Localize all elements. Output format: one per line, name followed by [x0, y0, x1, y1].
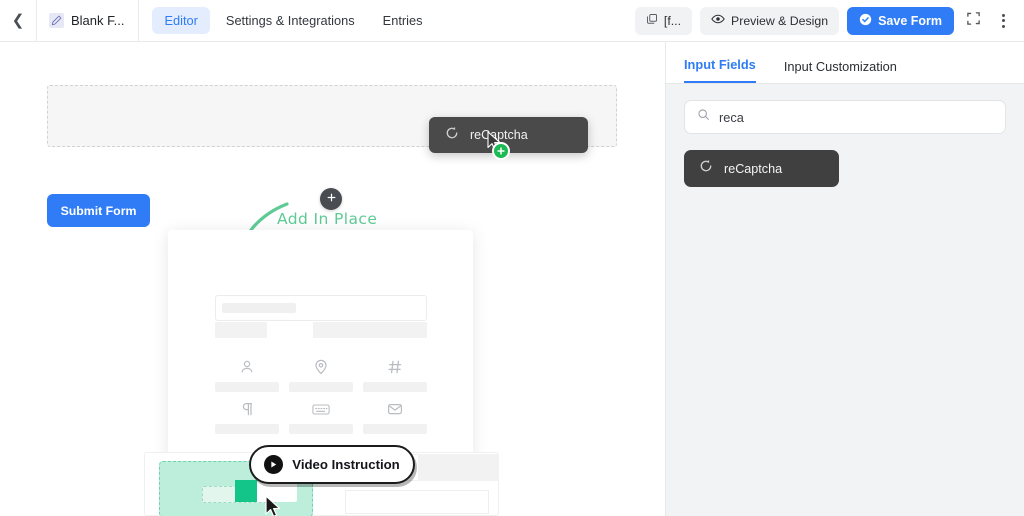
right-panel: Input Fields Input Customization reCaptc…: [665, 42, 1024, 516]
field-preview-content: [215, 295, 427, 434]
form-pen-icon: [49, 13, 64, 28]
tab-input-customization[interactable]: Input Customization: [784, 59, 897, 83]
form-name-label: Blank F...: [71, 13, 124, 28]
preview-field-short-text: [289, 398, 353, 434]
fullscreen-button[interactable]: [962, 9, 984, 33]
person-icon: [239, 356, 255, 378]
search-input[interactable]: [719, 110, 993, 125]
preview-field-address: [289, 356, 353, 392]
illustration-chip-swatch: [235, 480, 257, 502]
preview-field-name: [215, 356, 279, 392]
save-form-button[interactable]: Save Form: [847, 7, 954, 35]
more-options-button[interactable]: [992, 9, 1014, 33]
illustration-input-placeholder: [345, 490, 489, 514]
location-pin-icon: [313, 356, 329, 378]
copy-icon: [646, 13, 658, 28]
panel-search: [684, 100, 1006, 134]
video-instruction-button[interactable]: Video Instruction: [249, 445, 415, 484]
tab-input-fields[interactable]: Input Fields: [684, 57, 756, 83]
form-tab[interactable]: Blank F...: [37, 0, 139, 41]
kebab-menu-icon: [1002, 14, 1005, 28]
plus-circle-icon: [326, 190, 337, 208]
copy-form-label: [f...: [664, 14, 681, 28]
illustration-tab-b: [419, 454, 499, 481]
preview-field-paragraph: [215, 398, 279, 434]
tab-settings-integrations[interactable]: Settings & Integrations: [214, 7, 367, 34]
fullscreen-icon: [966, 11, 981, 31]
preview-field-number: [363, 356, 427, 392]
search-box[interactable]: [684, 100, 1006, 134]
preview-tabs-placeholder: [215, 322, 427, 338]
preview-design-label: Preview & Design: [731, 14, 828, 28]
preview-search-placeholder: [215, 295, 427, 321]
top-bar-actions: [f... Preview & Design Save Form: [635, 7, 1024, 35]
nav-tabs: Editor Settings & Integrations Entries: [139, 7, 434, 34]
search-icon: [697, 108, 710, 126]
add-in-place-annotation: Add In Place: [277, 210, 377, 228]
envelope-icon: [387, 398, 403, 420]
recaptcha-icon: [445, 126, 459, 145]
check-circle-icon: [859, 13, 872, 29]
recaptcha-icon: [699, 159, 713, 178]
preview-field-email: [363, 398, 427, 434]
form-builder-app: ❮ Blank F... Editor Settings & Integrati…: [0, 0, 1024, 516]
form-canvas: Submit Form Add In Place: [0, 42, 665, 516]
eye-icon: [711, 12, 725, 29]
plus-badge-icon: [492, 142, 510, 160]
short-text-icon: [312, 398, 330, 420]
dragging-recaptcha-chip[interactable]: reCaptcha: [429, 117, 588, 153]
video-instruction-label: Video Instruction: [292, 457, 399, 472]
tab-editor[interactable]: Editor: [152, 7, 209, 34]
field-result-recaptcha[interactable]: reCaptcha: [684, 150, 839, 187]
top-bar: ❮ Blank F... Editor Settings & Integrati…: [0, 0, 1024, 42]
preview-field-grid: [215, 356, 427, 434]
add-block-button[interactable]: [320, 188, 342, 210]
submit-form-button[interactable]: Submit Form: [47, 194, 150, 227]
panel-tabs: Input Fields Input Customization: [666, 42, 1024, 84]
tab-entries[interactable]: Entries: [371, 7, 435, 34]
save-form-label: Save Form: [878, 14, 942, 28]
preview-design-button[interactable]: Preview & Design: [700, 7, 839, 35]
field-result-label: reCaptcha: [724, 162, 782, 176]
play-icon: [264, 455, 283, 474]
chevron-left-icon: ❮: [12, 13, 25, 28]
submit-form-label: Submit Form: [61, 204, 137, 218]
copy-form-button[interactable]: [f...: [635, 7, 692, 35]
hash-icon: [387, 356, 403, 378]
back-button[interactable]: ❮: [0, 0, 37, 41]
dragging-chip-label: reCaptcha: [470, 128, 528, 142]
paragraph-icon: [239, 398, 255, 420]
field-preview-card: [168, 230, 473, 460]
